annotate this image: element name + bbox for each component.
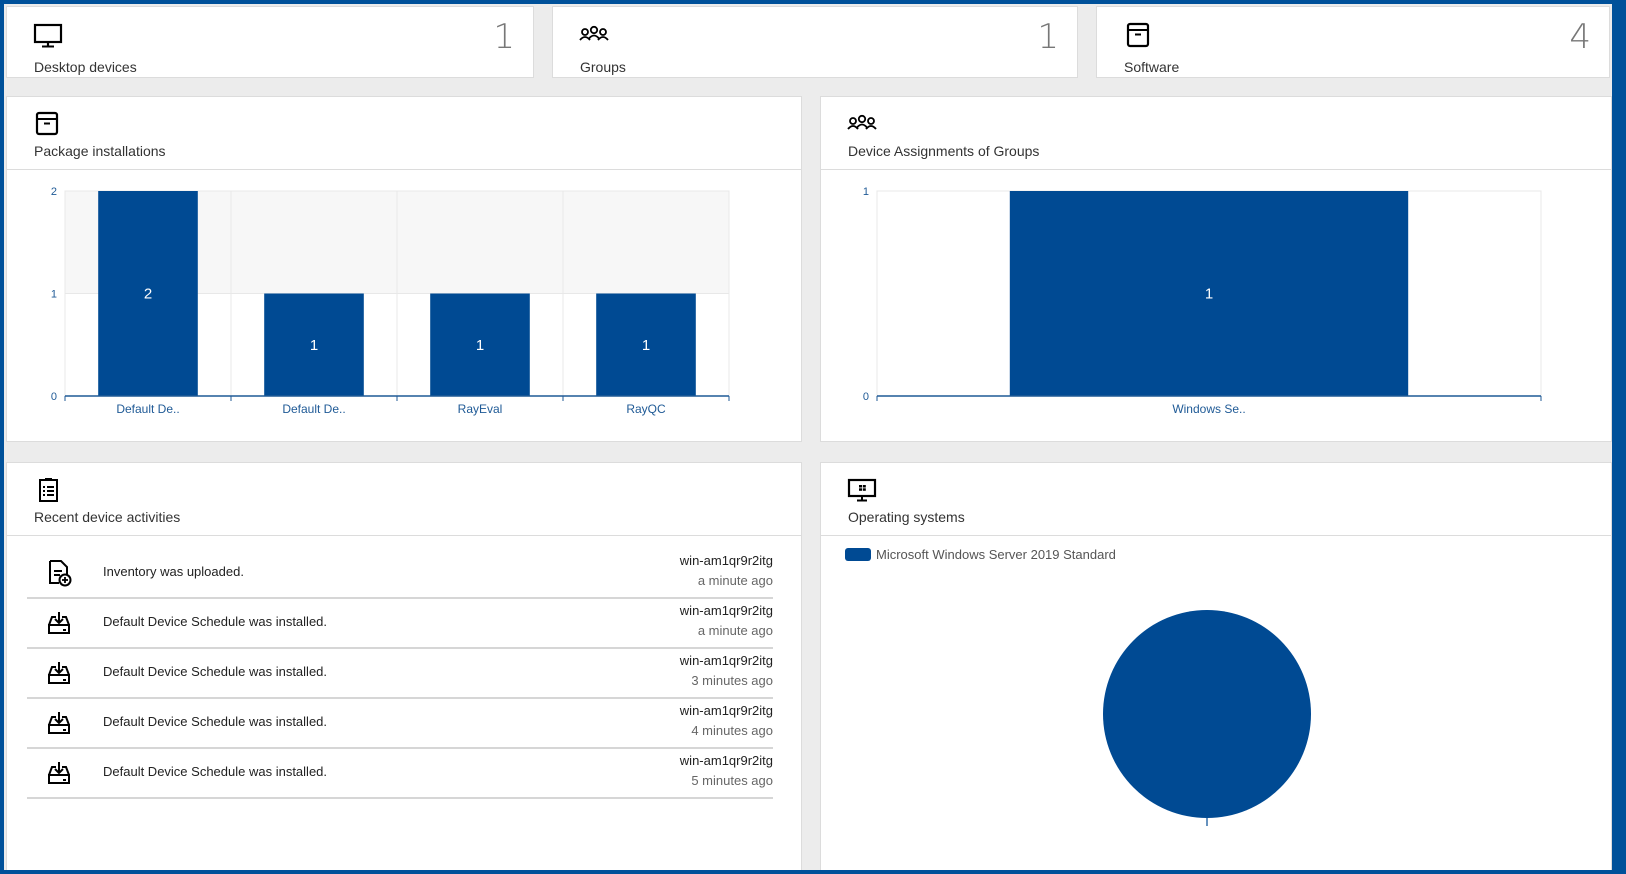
tray-download-icon — [48, 762, 70, 784]
activity-device[interactable]: win-am1qr9r2itg — [680, 603, 773, 618]
activity-subject: Default Device Schedule — [103, 764, 246, 779]
activity-time: 4 minutes ago — [691, 723, 773, 738]
device-assignments-chart: 0 1 1 Windows Se.. — [863, 186, 1542, 416]
y-tick-label: 2 — [51, 186, 57, 198]
activity-action: was installed. — [245, 664, 328, 679]
activity-time: 3 minutes ago — [691, 673, 773, 688]
pie-slice — [1103, 610, 1311, 818]
panel-header: Recent device activities — [7, 463, 801, 536]
bar-value-label: 1 — [476, 337, 484, 354]
activity-row[interactable]: Default Device Schedule was installed. wi… — [27, 647, 773, 699]
x-tick-label: Windows Se.. — [1172, 402, 1245, 416]
package-box-icon — [35, 111, 59, 136]
y-tick-label: 1 — [51, 289, 57, 301]
panel-title: Operating systems — [848, 509, 965, 525]
tray-download-icon — [48, 662, 70, 684]
bar-value-label: 1 — [310, 337, 318, 354]
kpi-card-software[interactable]: Software 4 — [1096, 6, 1610, 78]
activity-row[interactable]: Default Device Schedule was installed. wi… — [27, 747, 773, 799]
clipboard-list-icon — [39, 478, 58, 502]
panel-recent-activities: Recent device activities Inventory was u… — [6, 462, 802, 870]
y-tick-label: 1 — [863, 186, 869, 198]
x-tick-label: RayEval — [458, 402, 503, 416]
panel-header: Operating systems — [821, 463, 1611, 536]
kpi-card-desktop-devices[interactable]: Desktop devices 1 — [6, 6, 534, 78]
panel-package-installations: Package installations 0 1 2 2 Default De.. 1 D… — [6, 96, 802, 442]
activity-action: was installed. — [245, 614, 328, 629]
dashboard: Desktop devices 1 Groups 1 Software 4 Pa… — [4, 4, 1612, 870]
panel-title: Package installations — [34, 143, 166, 159]
kpi-count: 1 — [493, 17, 515, 57]
operating-systems-pie-chart — [1103, 610, 1311, 826]
y-tick-label: 0 — [863, 391, 869, 403]
activity-row[interactable]: Default Device Schedule was installed. wi… — [27, 597, 773, 649]
groups-icon — [579, 25, 609, 41]
activity-device[interactable]: win-am1qr9r2itg — [680, 703, 773, 718]
activity-subject: Default Device Schedule — [103, 664, 246, 679]
windows-monitor-icon — [847, 478, 877, 502]
activity-message: Default Device Schedule was installed. — [103, 664, 327, 679]
kpi-label: Desktop devices — [34, 59, 137, 75]
activity-time: a minute ago — [697, 573, 773, 588]
kpi-label: Groups — [580, 59, 626, 75]
activity-action: was uploaded. — [156, 564, 244, 579]
tray-download-icon — [48, 712, 70, 734]
activity-action: was installed. — [245, 714, 328, 729]
activity-time: 5 minutes ago — [691, 773, 773, 788]
package-installations-chart: 0 1 2 2 Default De.. 1 Default De.. 1 RayEval 1 Ra… — [51, 186, 730, 416]
activity-message: Default Device Schedule was installed. — [103, 614, 327, 629]
tray-download-icon — [48, 612, 70, 634]
panel-device-assignments: Device Assignments of Groups 0 1 1 Windows … — [820, 96, 1612, 442]
activity-message: Default Device Schedule was installed. — [103, 764, 327, 779]
y-tick-label: 0 — [51, 391, 57, 403]
panel-header: Package installations — [7, 97, 801, 170]
bar-value-label: 1 — [1205, 286, 1213, 303]
monitor-icon — [33, 23, 63, 48]
kpi-label: Software — [1124, 59, 1180, 75]
activity-row[interactable]: Default Device Schedule was installed. wi… — [27, 697, 773, 749]
x-tick-label: RayQC — [626, 402, 666, 416]
panel-title: Recent device activities — [34, 509, 181, 525]
kpi-card-groups[interactable]: Groups 1 — [552, 6, 1078, 78]
activity-device[interactable]: win-am1qr9r2itg — [680, 753, 773, 768]
bar-value-label: 2 — [144, 286, 152, 303]
pie-legend-item[interactable]: Microsoft Windows Server 2019 Standard — [845, 547, 1116, 562]
activity-subject: Default Device Schedule — [103, 614, 246, 629]
x-tick-label: Default De.. — [282, 402, 345, 416]
bar-value-label: 1 — [642, 337, 650, 354]
activity-device[interactable]: win-am1qr9r2itg — [680, 653, 773, 668]
document-add-icon — [49, 560, 72, 587]
kpi-count: 4 — [1569, 17, 1591, 57]
legend-label: Microsoft Windows Server 2019 Standard — [876, 547, 1116, 562]
activity-message: Inventory was uploaded. — [103, 564, 244, 579]
activity-row[interactable]: Inventory was uploaded. win-am1qr9r2itg a … — [27, 547, 773, 599]
panel-header: Device Assignments of Groups — [821, 97, 1611, 170]
kpi-count: 1 — [1037, 17, 1059, 57]
panel-title: Device Assignments of Groups — [848, 143, 1040, 159]
activity-subject: Inventory — [103, 564, 157, 579]
activity-action: was installed. — [245, 764, 328, 779]
activity-time: a minute ago — [697, 623, 773, 638]
legend-swatch — [845, 548, 871, 561]
activity-subject: Default Device Schedule — [103, 714, 246, 729]
x-tick-label: Default De.. — [116, 402, 179, 416]
package-box-icon — [1126, 22, 1150, 48]
panel-operating-systems: Operating systems Microsoft Windows Serv… — [820, 462, 1612, 870]
activity-message: Default Device Schedule was installed. — [103, 714, 327, 729]
groups-icon — [847, 114, 877, 130]
activity-device[interactable]: win-am1qr9r2itg — [680, 553, 773, 568]
